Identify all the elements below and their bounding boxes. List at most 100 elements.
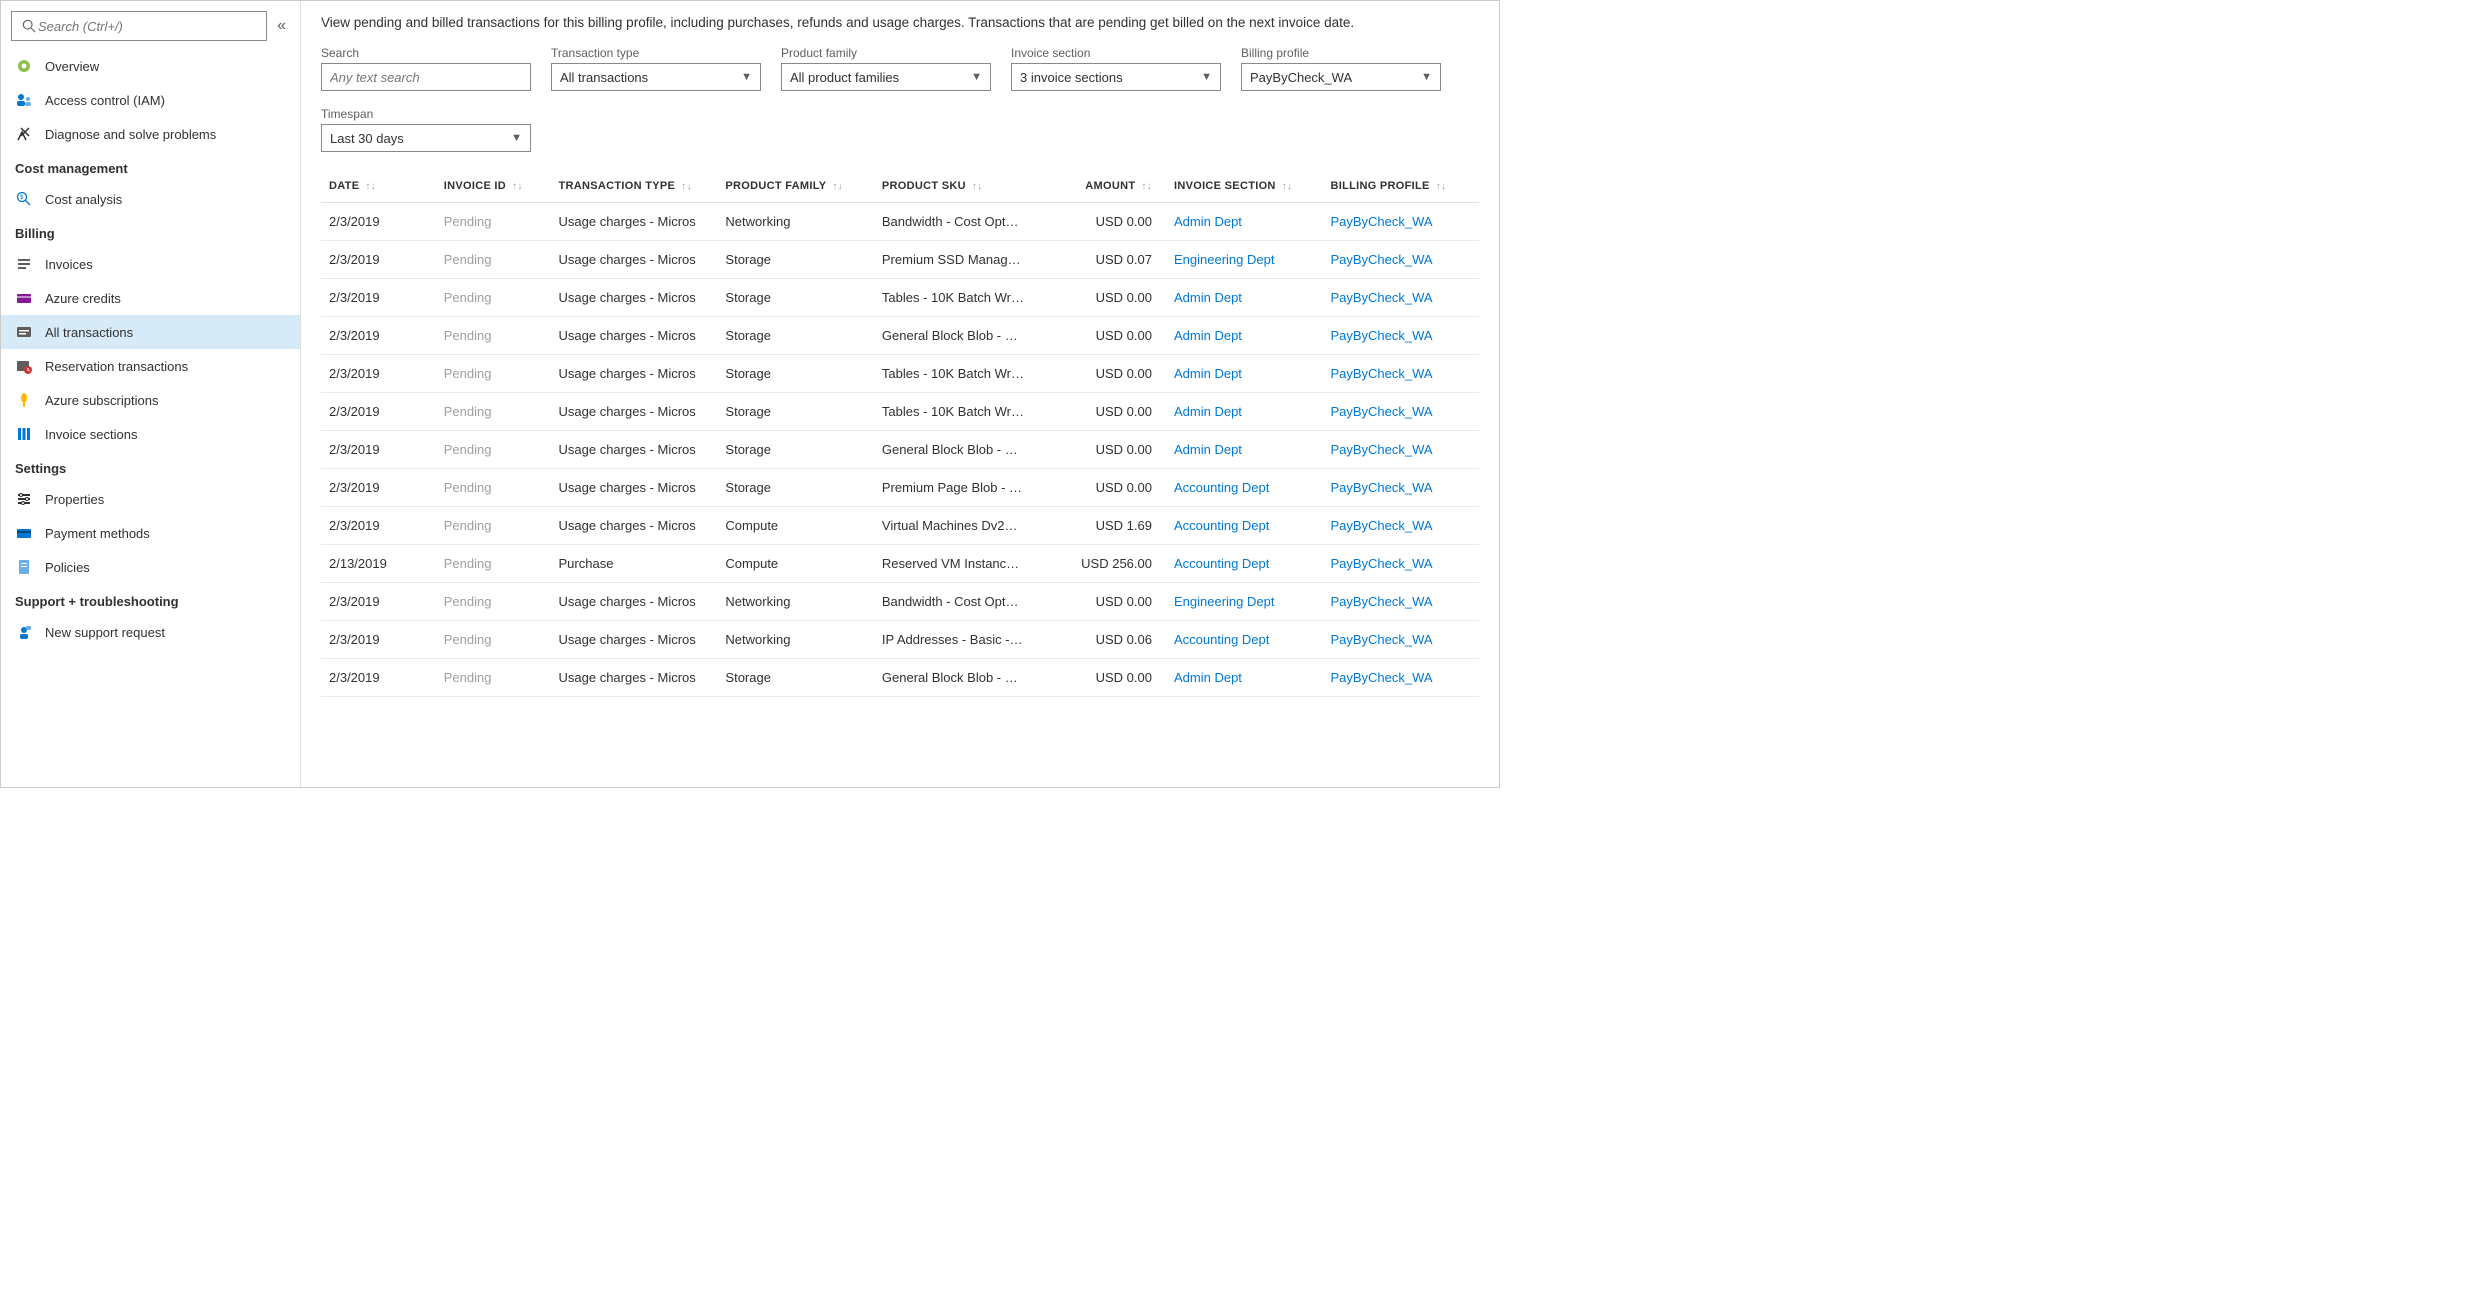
filter-invoice-section[interactable]: 3 invoice sections ▼ xyxy=(1011,63,1221,91)
nav-policies[interactable]: Policies xyxy=(1,550,300,584)
nav-iam[interactable]: Access control (IAM) xyxy=(1,83,300,117)
subs-icon xyxy=(15,391,33,409)
cell-section[interactable]: Engineering Dept xyxy=(1166,241,1322,279)
cell-invoice: Pending xyxy=(436,545,551,583)
table-row[interactable]: 2/3/2019PendingUsage charges - MicrosSto… xyxy=(321,469,1479,507)
cell-date: 2/3/2019 xyxy=(321,279,436,317)
nav-credits[interactable]: Azure credits xyxy=(1,281,300,315)
table-row[interactable]: 2/3/2019PendingUsage charges - MicrosSto… xyxy=(321,659,1479,697)
transactions-table-wrap[interactable]: DATE↑↓INVOICE ID↑↓TRANSACTION TYPE↑↓PROD… xyxy=(321,170,1479,787)
table-row[interactable]: 2/13/2019PendingPurchaseComputeReserved … xyxy=(321,545,1479,583)
cell-ttype: Usage charges - Micros xyxy=(551,355,718,393)
cell-profile[interactable]: PayByCheck_WA xyxy=(1322,469,1479,507)
col-invoice-id[interactable]: INVOICE ID↑↓ xyxy=(436,170,551,203)
nav-support[interactable]: New support request xyxy=(1,615,300,649)
cell-sku: Tables - 10K Batch Wr… xyxy=(874,279,1051,317)
cell-profile[interactable]: PayByCheck_WA xyxy=(1322,545,1479,583)
table-row[interactable]: 2/3/2019PendingUsage charges - MicrosSto… xyxy=(321,393,1479,431)
nav-cost[interactable]: $Cost analysis xyxy=(1,182,300,216)
cell-profile[interactable]: PayByCheck_WA xyxy=(1322,431,1479,469)
collapse-sidebar-icon[interactable]: « xyxy=(273,17,290,35)
cell-profile[interactable]: PayByCheck_WA xyxy=(1322,393,1479,431)
cell-profile[interactable]: PayByCheck_WA xyxy=(1322,659,1479,697)
cell-section[interactable]: Admin Dept xyxy=(1166,355,1322,393)
table-row[interactable]: 2/3/2019PendingUsage charges - MicrosSto… xyxy=(321,279,1479,317)
cell-profile[interactable]: PayByCheck_WA xyxy=(1322,317,1479,355)
cell-section[interactable]: Admin Dept xyxy=(1166,431,1322,469)
cell-profile[interactable]: PayByCheck_WA xyxy=(1322,241,1479,279)
cell-section[interactable]: Accounting Dept xyxy=(1166,469,1322,507)
sections-icon xyxy=(15,425,33,443)
cell-section[interactable]: Accounting Dept xyxy=(1166,507,1322,545)
nav-invoices[interactable]: Invoices xyxy=(1,247,300,281)
nav-label: Access control (IAM) xyxy=(45,93,165,108)
sort-icon: ↑↓ xyxy=(972,181,983,192)
filter-timespan[interactable]: Last 30 days ▼ xyxy=(321,124,531,152)
cell-section[interactable]: Admin Dept xyxy=(1166,279,1322,317)
col-amount[interactable]: AMOUNT↑↓ xyxy=(1051,170,1166,203)
filter-transaction-type[interactable]: All transactions ▼ xyxy=(551,63,761,91)
col-billing-profile[interactable]: BILLING PROFILE↑↓ xyxy=(1322,170,1479,203)
col-product-family[interactable]: PRODUCT FAMILY↑↓ xyxy=(717,170,873,203)
cell-section[interactable]: Admin Dept xyxy=(1166,203,1322,241)
cell-section[interactable]: Admin Dept xyxy=(1166,659,1322,697)
sort-icon: ↑↓ xyxy=(681,181,692,192)
col-invoice-section[interactable]: INVOICE SECTION↑↓ xyxy=(1166,170,1322,203)
cell-date: 2/3/2019 xyxy=(321,431,436,469)
col-date[interactable]: DATE↑↓ xyxy=(321,170,436,203)
sidebar-search[interactable] xyxy=(11,11,267,41)
nav-transactions[interactable]: All transactions xyxy=(1,315,300,349)
cell-invoice: Pending xyxy=(436,317,551,355)
cell-section[interactable]: Accounting Dept xyxy=(1166,621,1322,659)
nav-diagnose[interactable]: Diagnose and solve problems xyxy=(1,117,300,151)
cell-profile[interactable]: PayByCheck_WA xyxy=(1322,583,1479,621)
sidebar: « Overview Access control (IAM) Diagnose a… xyxy=(1,1,301,787)
policies-icon xyxy=(15,558,33,576)
table-row[interactable]: 2/3/2019PendingUsage charges - MicrosSto… xyxy=(321,241,1479,279)
sidebar-search-input[interactable] xyxy=(38,19,258,34)
filter-search-field[interactable] xyxy=(330,70,522,85)
cell-date: 2/3/2019 xyxy=(321,507,436,545)
col-product-sku[interactable]: PRODUCT SKU↑↓ xyxy=(874,170,1051,203)
cell-profile[interactable]: PayByCheck_WA xyxy=(1322,279,1479,317)
table-row[interactable]: 2/3/2019PendingUsage charges - MicrosSto… xyxy=(321,355,1479,393)
cell-invoice: Pending xyxy=(436,583,551,621)
nav-label: Invoice sections xyxy=(45,427,138,442)
table-row[interactable]: 2/3/2019PendingUsage charges - MicrosSto… xyxy=(321,431,1479,469)
filter-label-timespan: Timespan xyxy=(321,107,531,121)
cell-profile[interactable]: PayByCheck_WA xyxy=(1322,355,1479,393)
nav-subs[interactable]: Azure subscriptions xyxy=(1,383,300,417)
filter-search-input[interactable] xyxy=(321,63,531,91)
cell-date: 2/3/2019 xyxy=(321,393,436,431)
cell-section[interactable]: Accounting Dept xyxy=(1166,545,1322,583)
table-row[interactable]: 2/3/2019PendingUsage charges - MicrosSto… xyxy=(321,317,1479,355)
table-row[interactable]: 2/3/2019PendingUsage charges - MicrosCom… xyxy=(321,507,1479,545)
cell-section[interactable]: Admin Dept xyxy=(1166,317,1322,355)
nav-props[interactable]: Properties xyxy=(1,482,300,516)
cell-pfam: Networking xyxy=(717,203,873,241)
filter-product-family[interactable]: All product families ▼ xyxy=(781,63,991,91)
nav-payment[interactable]: Payment methods xyxy=(1,516,300,550)
chevron-down-icon: ▼ xyxy=(1201,71,1212,83)
sort-icon: ↑↓ xyxy=(1282,181,1293,192)
filter-billing-profile[interactable]: PayByCheck_WA ▼ xyxy=(1241,63,1441,91)
nav-overview[interactable]: Overview xyxy=(1,49,300,83)
cell-section[interactable]: Admin Dept xyxy=(1166,393,1322,431)
cell-sku: Reserved VM Instanc… xyxy=(874,545,1051,583)
table-row[interactable]: 2/3/2019PendingUsage charges - MicrosNet… xyxy=(321,203,1479,241)
cell-section[interactable]: Engineering Dept xyxy=(1166,583,1322,621)
cell-profile[interactable]: PayByCheck_WA xyxy=(1322,507,1479,545)
cell-profile[interactable]: PayByCheck_WA xyxy=(1322,621,1479,659)
filter-bar: Search Transaction type All transactions… xyxy=(321,46,1479,152)
transactions-icon xyxy=(15,323,33,341)
cell-ttype: Usage charges - Micros xyxy=(551,203,718,241)
col-transaction-type[interactable]: TRANSACTION TYPE↑↓ xyxy=(551,170,718,203)
nav-reservation[interactable]: Reservation transactions xyxy=(1,349,300,383)
cell-profile[interactable]: PayByCheck_WA xyxy=(1322,203,1479,241)
cell-sku: Premium Page Blob - … xyxy=(874,469,1051,507)
table-row[interactable]: 2/3/2019PendingUsage charges - MicrosNet… xyxy=(321,583,1479,621)
nav-sections[interactable]: Invoice sections xyxy=(1,417,300,451)
table-row[interactable]: 2/3/2019PendingUsage charges - MicrosNet… xyxy=(321,621,1479,659)
cell-amount: USD 0.06 xyxy=(1051,621,1166,659)
cost-icon: $ xyxy=(15,190,33,208)
